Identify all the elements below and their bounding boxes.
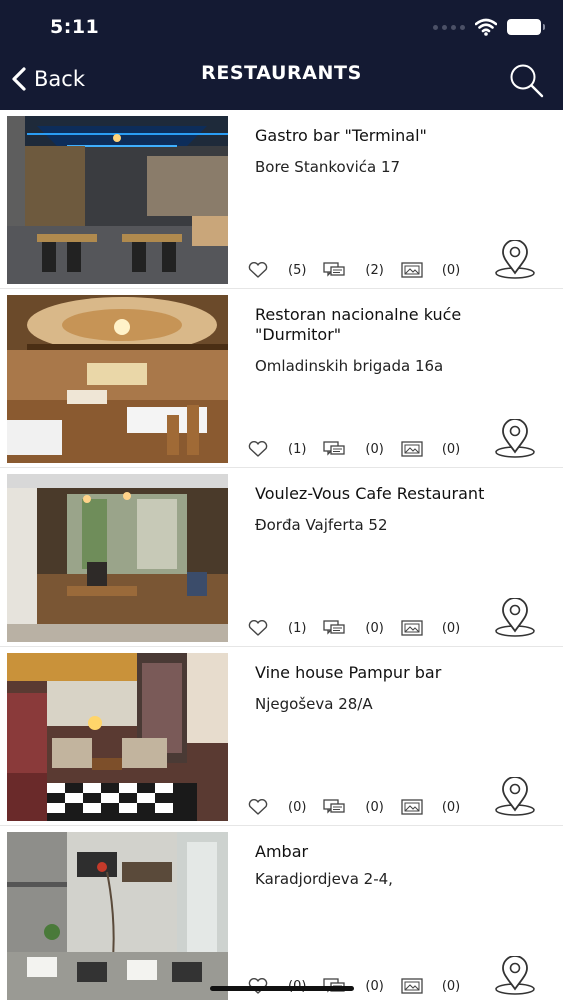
- comments-icon[interactable]: [323, 619, 346, 637]
- restaurant-card[interactable]: Ambar Karadjordjeva 2-4, (0) (0) (0): [0, 826, 563, 1000]
- comments-count: (2): [365, 262, 384, 278]
- restaurant-name: Voulez-Vous Cafe Restaurant: [255, 484, 485, 503]
- heart-icon[interactable]: [247, 440, 269, 458]
- restaurant-stats: (0) (0) (0): [247, 797, 460, 817]
- photo-icon[interactable]: [401, 261, 423, 279]
- photos-count: (0): [441, 262, 461, 278]
- comments-icon[interactable]: [323, 261, 346, 279]
- map-pin-icon[interactable]: [493, 777, 537, 817]
- comments-count: (0): [365, 620, 384, 636]
- photo-icon[interactable]: [401, 619, 423, 637]
- app-header: 5:11 Back RESTAURANTS: [0, 0, 563, 110]
- restaurant-address: Đorđa Vajferta 52: [255, 516, 388, 534]
- comments-count: (0): [365, 441, 384, 457]
- comments-icon[interactable]: [323, 798, 346, 816]
- map-pin-icon[interactable]: [493, 240, 537, 280]
- likes-count: (1): [288, 441, 307, 457]
- restaurant-photo: [7, 653, 228, 821]
- home-indicator[interactable]: [210, 986, 354, 991]
- photos-count: (0): [441, 799, 461, 815]
- likes-count: (1): [288, 620, 307, 636]
- likes-count: (5): [288, 262, 307, 278]
- status-icons: [433, 16, 545, 38]
- search-icon[interactable]: [507, 62, 545, 98]
- restaurant-name: Vine house Pampur bar: [255, 663, 442, 682]
- restaurant-card[interactable]: Gastro bar "Terminal" Bore Stankovića 17…: [0, 110, 563, 289]
- restaurant-address: Bore Stankovića 17: [255, 158, 401, 176]
- cellular-signal-icon: [433, 24, 465, 30]
- restaurant-stats: (5) (2) (0): [247, 260, 460, 280]
- restaurant-name: Restoran nacionalne kuće "Durmitor": [255, 305, 462, 344]
- heart-icon[interactable]: [247, 619, 269, 637]
- comments-count: (0): [365, 978, 384, 994]
- heart-icon[interactable]: [247, 798, 269, 816]
- photo-icon[interactable]: [401, 977, 423, 995]
- map-pin-icon[interactable]: [493, 956, 537, 996]
- status-time: 5:11: [50, 16, 100, 38]
- likes-count: (0): [288, 799, 307, 815]
- battery-icon: [507, 19, 545, 35]
- restaurant-photo: [7, 116, 228, 284]
- restaurant-address: Karadjordjeva 2-4,: [255, 870, 393, 888]
- restaurant-card[interactable]: Vine house Pampur bar Njegoševa 28/A (0)…: [0, 647, 563, 826]
- wifi-icon: [475, 18, 497, 36]
- restaurant-address: Njegoševa 28/A: [255, 695, 373, 713]
- restaurant-photo: [7, 474, 228, 642]
- photos-count: (0): [441, 441, 461, 457]
- heart-icon[interactable]: [247, 261, 269, 279]
- restaurant-stats: (1) (0) (0): [247, 439, 460, 459]
- photo-icon[interactable]: [401, 798, 423, 816]
- restaurant-address: Omladinskih brigada 16a: [255, 357, 444, 375]
- restaurant-card[interactable]: Restoran nacionalne kuće "Durmitor" Omla…: [0, 289, 563, 468]
- photos-count: (0): [441, 978, 461, 994]
- comments-icon[interactable]: [323, 440, 346, 458]
- photo-icon[interactable]: [401, 440, 423, 458]
- restaurant-card[interactable]: Voulez-Vous Cafe Restaurant Đorđa Vajfer…: [0, 468, 563, 647]
- map-pin-icon[interactable]: [493, 419, 537, 459]
- page-title: RESTAURANTS: [201, 62, 362, 84]
- map-pin-icon[interactable]: [493, 598, 537, 638]
- photos-count: (0): [441, 620, 461, 636]
- restaurant-name: Ambar: [255, 842, 309, 861]
- restaurant-list: Gastro bar "Terminal" Bore Stankovića 17…: [0, 110, 563, 1000]
- restaurant-name: Gastro bar "Terminal": [255, 126, 427, 145]
- restaurant-stats: (1) (0) (0): [247, 618, 460, 638]
- comments-count: (0): [365, 799, 384, 815]
- restaurant-photo: [7, 832, 228, 1000]
- restaurant-photo: [7, 295, 228, 463]
